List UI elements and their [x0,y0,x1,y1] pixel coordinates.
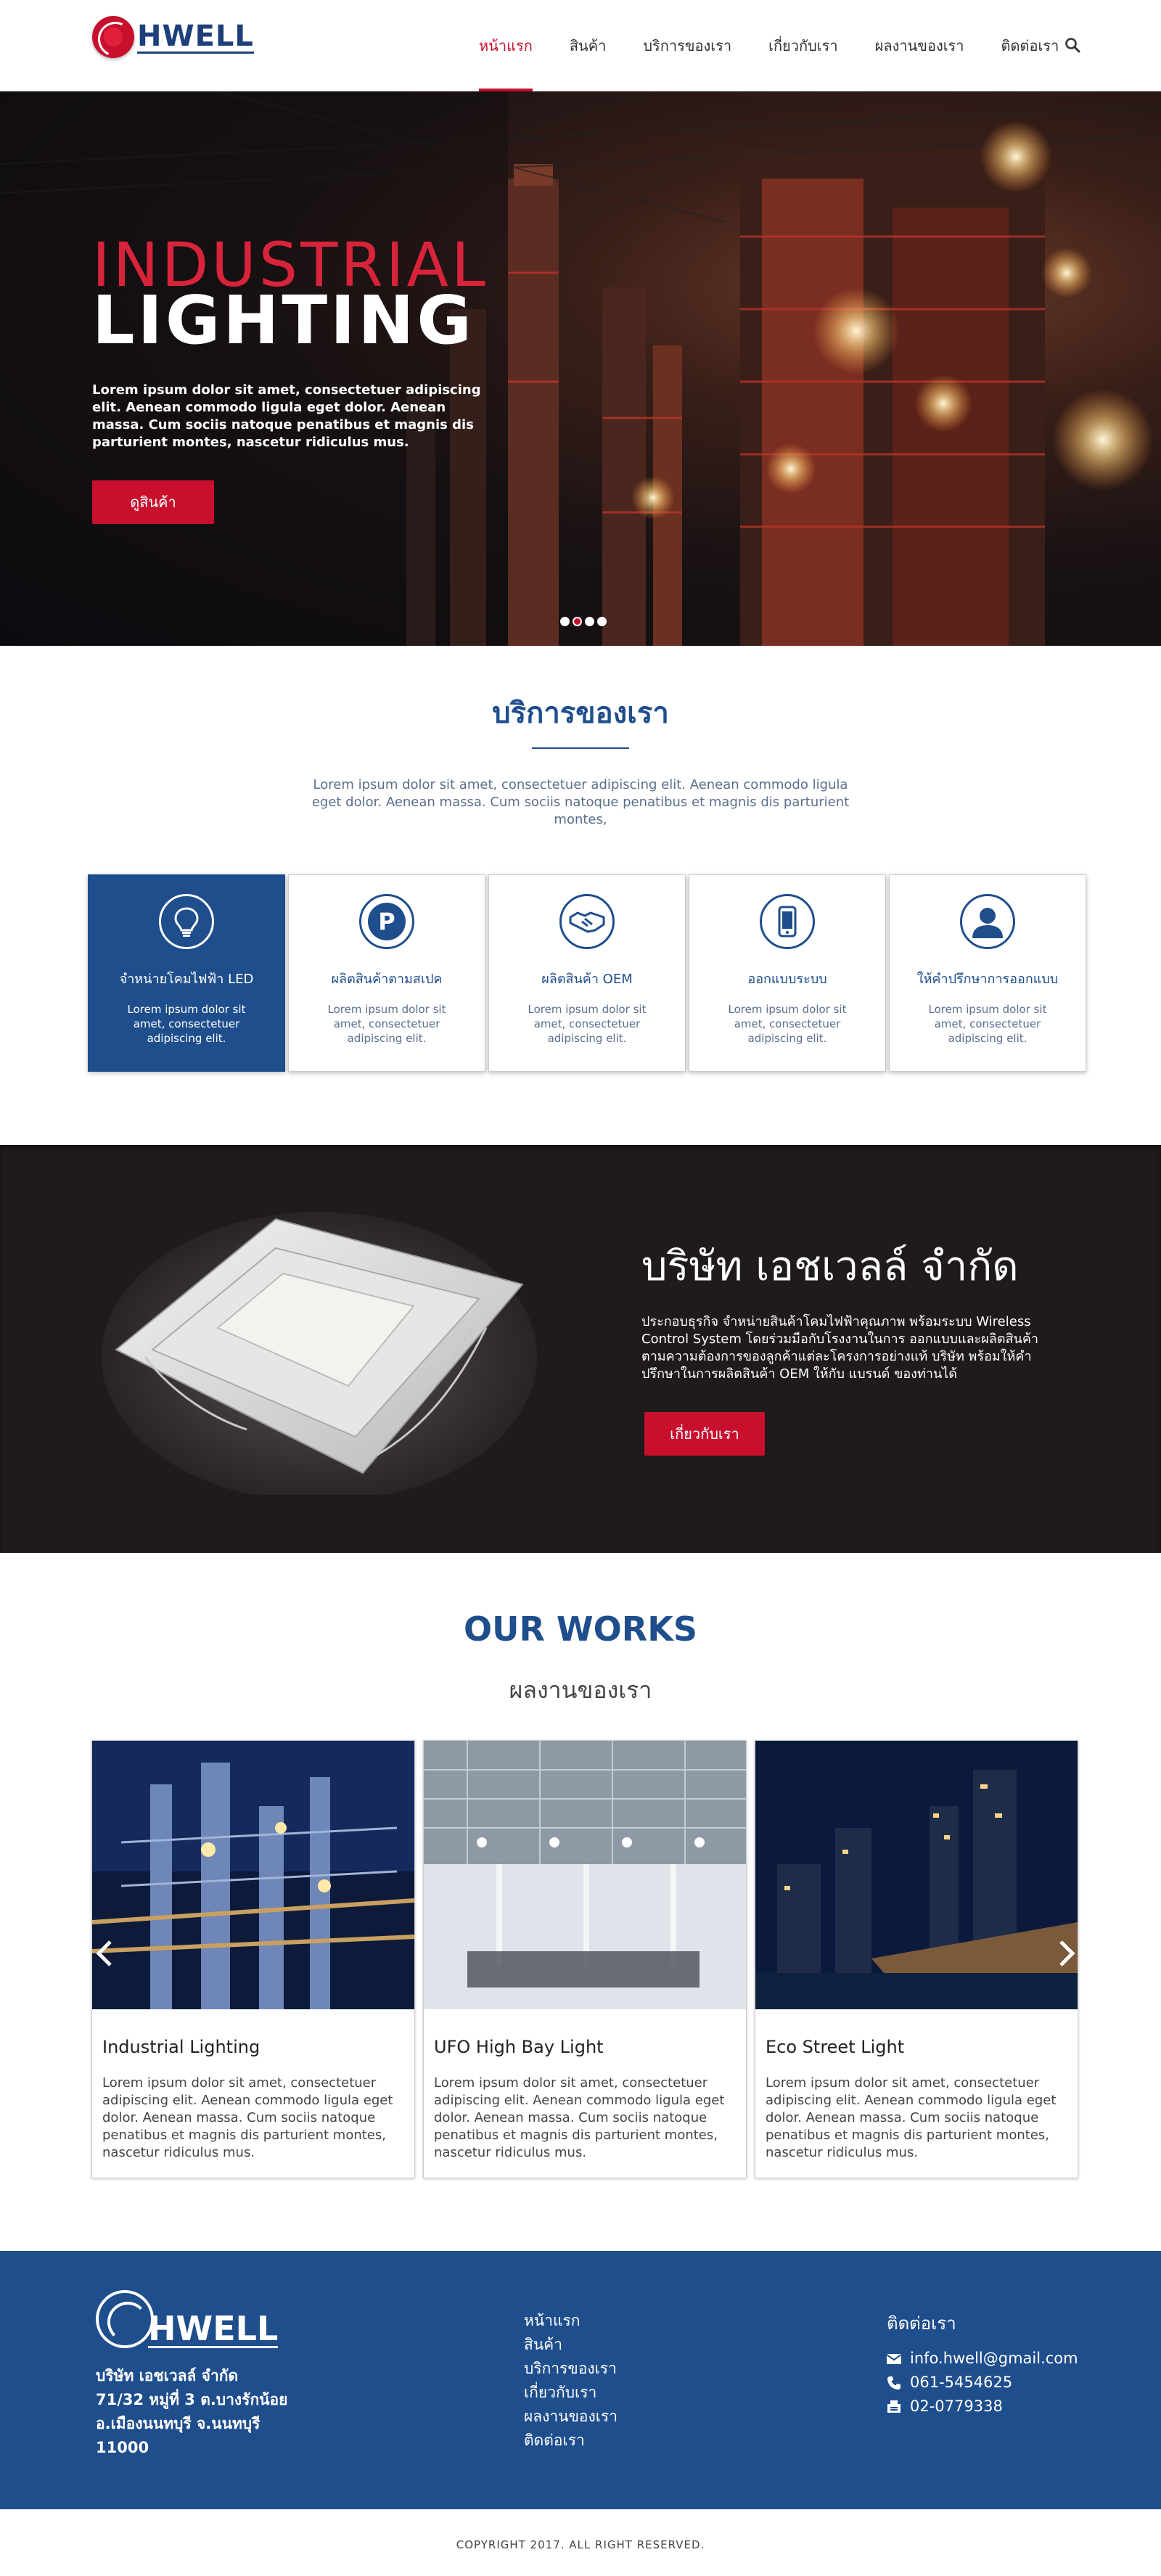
service-card-text: Lorem ipsum dolor sit amet, consectetuer… [327,1003,446,1045]
service-card-oem[interactable]: ผลิตสินค้า OEM Lorem ipsum dolor sit ame… [488,874,686,1072]
chevron-right-icon[interactable] [1057,1939,1077,1968]
contact-phone-row[interactable]: 061-5454625 [887,2371,1078,2395]
address-line: บริษัท เอชเวลล์ จำกัด [96,2367,239,2384]
work-title: Eco Street Light [766,2037,905,2057]
about-description: ประกอบธุรกิจ จำหน่ายสินค้าโคมไฟฟ้าคุณภาพ… [641,1314,1038,1382]
lightbulb-icon [159,894,214,949]
footer-link-home[interactable]: หน้าแรก [524,2309,618,2333]
nav-item-about[interactable]: เกี่ยวกับเรา [768,0,838,91]
nav-item-works[interactable]: ผลงานของเรา [875,0,964,91]
footer-link-contact[interactable]: ติดต่อเรา [524,2429,618,2453]
slider-dots [560,617,610,626]
footer-link-services[interactable]: บริการของเรา [524,2357,618,2381]
user-icon [960,894,1015,949]
service-card-consult[interactable]: ให้คำปรึกษาการออกแบบ Lorem ipsum dolor s… [889,874,1086,1072]
led-fixture-image [102,1212,537,1495]
services-title: บริการของเรา [492,697,669,730]
about-us-button[interactable]: เกี่ยวกับเรา [644,1412,765,1456]
contact-fax: 02-0779338 [910,2397,1003,2415]
service-card-title: ออกแบบระบบ [747,972,827,987]
contact-fax-row[interactable]: 02-0779338 [887,2395,1078,2419]
fax-icon [887,2400,901,2413]
footer-address: บริษัท เอชเวลล์ จำกัด 71/32 หมู่ที่ 3 ต.… [96,2364,287,2460]
site-header: HWELL หน้าแรก สินค้า บริการของเรา เกี่ยว… [0,0,1161,91]
contact-phone: 061-5454625 [910,2374,1013,2391]
service-card-text: Lorem ipsum dolor sit amet, consectetuer… [127,1003,246,1045]
service-card-title: ให้คำปรึกษาการออกแบบ [916,972,1059,987]
work-title: UFO High Bay Light [434,2037,604,2057]
work-title: Industrial Lighting [102,2037,260,2057]
services-description: Lorem ipsum dolor sit amet, consectetuer… [311,777,850,827]
handshake-icon [559,894,615,949]
service-card-title: จำหน่ายโคมไฟฟ้า LED [119,972,254,987]
phone-icon [887,2376,901,2390]
city-night-image [755,1741,1078,2009]
logo-mark-icon [96,2290,154,2348]
chevron-left-icon[interactable] [94,1939,115,1968]
hero-slider: INDUSTRIAL LIGHTING Lorem ipsum dolor si… [0,91,1161,646]
work-text: Lorem ipsum dolor sit amet, consectetuer… [102,2075,393,2160]
footer-brand-name: HWELL [148,2309,279,2348]
copyright-text: COPYRIGHT 2017. ALL RIGHT RESERVED. [456,2538,705,2551]
service-card-system[interactable]: ออกแบบระบบ Lorem ipsum dolor sit amet, c… [689,874,886,1072]
address-line: 71/32 หมู่ที่ 3 ต.บางรักน้อย [96,2391,288,2408]
address-line: 11000 [96,2439,149,2456]
slider-dot-active[interactable] [573,617,582,626]
slider-dot[interactable] [560,617,570,626]
service-card-text: Lorem ipsum dolor sit amet, consectetuer… [728,1003,847,1045]
footer-contact-title: ติดต่อเรา [887,2313,956,2334]
works-subtitle: ผลงานของเรา [509,1676,652,1704]
svg-text:P: P [378,908,395,935]
address-line: อ.เมืองนนทบุรี จ.นนทบุรี [96,2415,260,2432]
service-card-led[interactable]: จำหน่ายโคมไฟฟ้า LED Lorem ipsum dolor si… [88,874,285,1072]
footer-link-works[interactable]: ผลงานของเรา [524,2405,618,2429]
brand-logo[interactable]: HWELL [92,16,254,58]
service-card-text: Lorem ipsum dolor sit amet, consectetuer… [528,1003,647,1045]
envelope-icon [887,2353,901,2364]
footer-links: หน้าแรก สินค้า บริการของเรา เกี่ยวกับเรา… [524,2309,618,2453]
footer-logo[interactable]: HWELL [96,2290,279,2348]
hero-title-line2: LIGHTING [92,282,475,359]
nav-item-contact[interactable]: ติดต่อเรา [1001,0,1059,91]
industrial-plant-image [92,1741,414,2009]
view-products-button[interactable]: ดูสินค้า [92,480,214,524]
logo-mark-icon [92,16,134,58]
brand-name: HWELL [137,19,254,54]
nav-item-services[interactable]: บริการของเรา [643,0,731,91]
smartphone-icon [760,894,815,949]
service-card-title: ผลิตสินค้าตามสเปค [331,972,443,987]
works-title: OUR WORKS [464,1609,697,1649]
service-cards: จำหน่ายโคมไฟฟ้า LED Lorem ipsum dolor si… [88,874,1089,1072]
service-card-text: Lorem ipsum dolor sit amet, consectetuer… [928,1003,1047,1045]
service-card-title: ผลิตสินค้า OEM [541,972,633,987]
nav-item-products[interactable]: สินค้า [570,0,607,91]
work-card-industrial[interactable]: Industrial Lighting Lorem ipsum dolor si… [91,1740,415,2178]
slider-dot[interactable] [585,617,594,626]
contact-email-row[interactable]: info.hwell@gmail.com [887,2347,1078,2371]
slider-dot[interactable] [597,617,607,626]
work-text: Lorem ipsum dolor sit amet, consectetuer… [434,2075,725,2160]
hero-background-image [0,91,1161,646]
work-card-ufo[interactable]: UFO High Bay Light Lorem ipsum dolor sit… [423,1740,747,2178]
footer-link-about[interactable]: เกี่ยวกับเรา [524,2381,618,2405]
contact-email: info.hwell@gmail.com [910,2350,1078,2367]
service-card-spec[interactable]: P ผลิตสินค้าตามสเปค Lorem ipsum dolor si… [288,874,485,1072]
parking-icon: P [359,894,414,949]
footer-link-products[interactable]: สินค้า [524,2333,618,2357]
work-card-street[interactable]: Eco Street Light Lorem ipsum dolor sit a… [755,1740,1078,2178]
footer-contact: info.hwell@gmail.com 061-5454625 02-0779… [887,2347,1078,2419]
warehouse-image [424,1741,746,2009]
work-text: Lorem ipsum dolor sit amet, consectetuer… [766,2075,1057,2160]
services-divider [532,747,629,749]
main-nav: หน้าแรก สินค้า บริการของเรา เกี่ยวกับเรา… [479,0,1096,91]
hero-description: Lorem ipsum dolor sit amet, consectetuer… [92,382,481,450]
search-icon[interactable] [1064,36,1081,54]
about-title: บริษัท เอชเวลล์ จำกัด [641,1243,1019,1290]
nav-item-home[interactable]: หน้าแรก [479,0,533,91]
